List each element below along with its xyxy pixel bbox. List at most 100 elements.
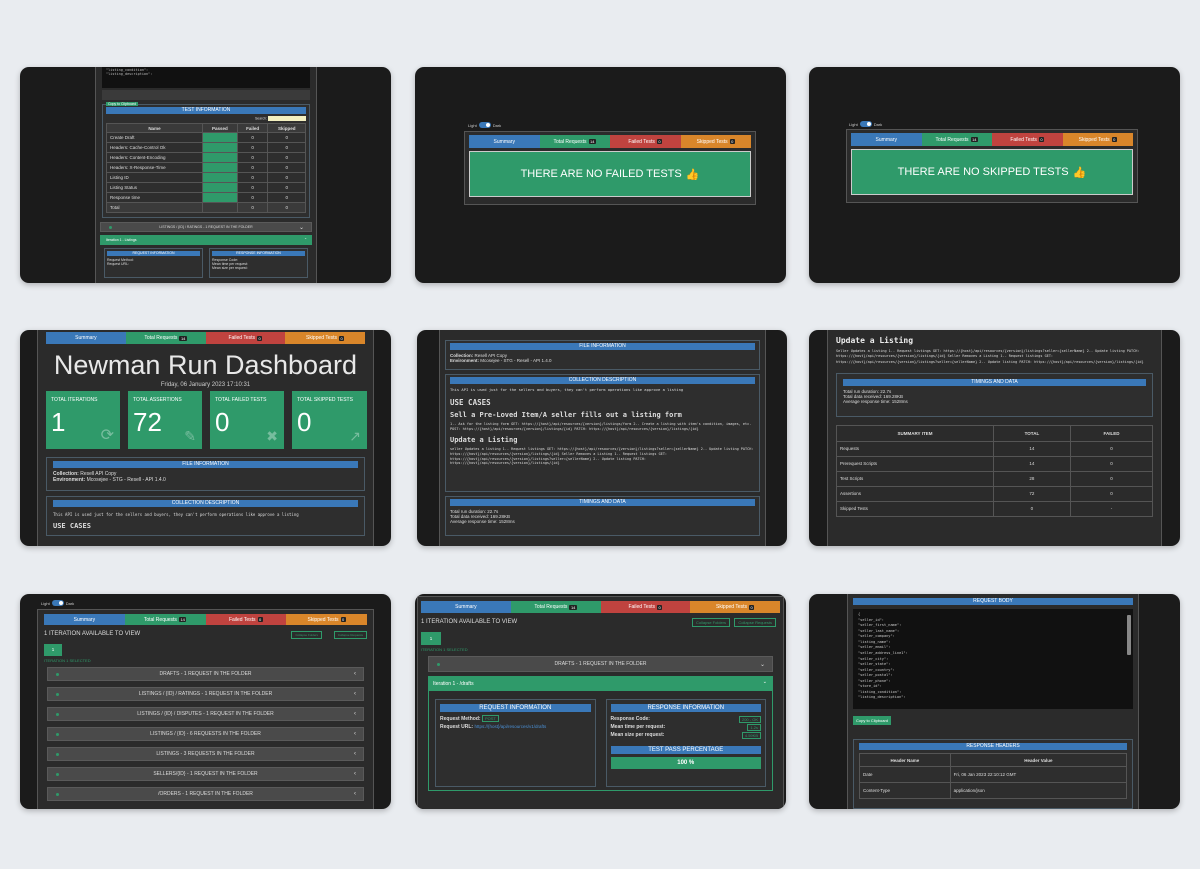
use-cases-heading: USE CASES [450,398,491,407]
no-failed-message: THERE ARE NO FAILED TESTS 👍 [469,151,751,197]
code-line: "listing_description": [106,72,153,76]
tab-failed-tests[interactable]: Failed Tests 0 [205,332,286,344]
tab-skipped-tests[interactable]: Skipped Tests 0 [1062,133,1133,146]
section-header: COLLECTION DESCRIPTION [450,377,755,384]
chevron-left-icon: ‹ [354,731,356,737]
iteration-selected-label: ITERATION 1 SELECTED [421,647,468,652]
tab-label: Total Requests [143,616,177,623]
tab-label: Summary [455,604,477,610]
tab-total-requests[interactable]: Total Requests 14 [921,133,992,146]
folder-label: LISTINGS / {ID} - 6 REQUESTS IN THE FOLD… [150,731,261,737]
table-cell: 0 [236,162,269,173]
folder-accordion[interactable]: DRAFTS - 1 REQUEST IN THE FOLDER ⌄ [428,656,773,672]
chevron-down-icon: ⌄ [304,236,307,240]
folder-accordion[interactable]: LISTINGS / {ID} / DISPUTES - 1 REQUEST I… [47,707,364,721]
tab-summary[interactable]: Summary [421,601,511,613]
table-cell: 0 [236,142,269,153]
screenshot-test-information: "listing_condition": "listing_descriptio… [20,67,391,283]
code-line: "listing_description": [858,695,906,700]
iteration-header[interactable]: Iteration 1 - /drafts ⌄ [429,677,772,691]
col-header[interactable]: Passed [201,123,238,133]
tab-total-requests[interactable]: Total Requests 14 [125,332,206,344]
theme-toggle[interactable]: Light Dark [849,121,882,127]
folder-accordion[interactable]: SELLERS/{ID} - 1 REQUEST IN THE FOLDER ‹ [47,767,364,781]
folder-accordion[interactable]: LISTINGS / {ID} / RATINGS - 1 REQUEST IN… [47,687,364,701]
collapse-folders-button[interactable]: Collapse Folders [691,618,730,627]
iteration-title: 1 ITERATION AVAILABLE TO VIEW [44,631,141,637]
request-url-link[interactable]: https://{host}/api/resources/v1/drafts [474,724,546,729]
theme-toggle[interactable]: Light Dark [468,122,501,128]
scrollbar[interactable] [1127,615,1131,655]
iteration-button[interactable]: 1 [44,644,62,656]
collection-description-panel: COLLECTION DESCRIPTION This API is used … [445,374,760,492]
tab-summary[interactable]: Summary [851,133,922,146]
tab-total-requests[interactable]: Total Requests 14 [124,614,206,625]
section-header: TIMINGS AND DATA [450,499,755,506]
table-cell: Date [859,766,951,783]
tab-skipped-tests[interactable]: Skipped Tests 0 [285,332,365,344]
table-cell: 0 [267,142,306,153]
copy-button[interactable]: Copy to Clipboard [106,102,139,106]
iteration-button[interactable]: 1 [421,632,441,645]
search-input[interactable] [268,116,306,121]
tab-label: Skipped Tests [305,335,338,341]
tab-summary[interactable]: Summary [44,614,125,625]
table-cell: Prerequest Scripts [836,455,994,472]
tab-summary[interactable]: Summary [46,332,126,344]
col-header[interactable]: Skipped [267,123,306,133]
pass-cell [201,142,238,153]
table-cell: Requests [836,440,994,457]
status-dot [56,732,59,736]
theme-toggle[interactable]: Light Dark [41,600,74,606]
folder-accordion[interactable]: LISTINGS - 3 REQUESTS IN THE FOLDER ‹ [47,747,364,761]
search-row: Search: [106,116,306,121]
count-badge: 0 [657,604,663,610]
count-badge: 14 [970,137,979,142]
tab-failed-tests[interactable]: Failed Tests 0 [992,133,1063,146]
toggle-switch[interactable] [859,121,872,127]
folder-accordion[interactable]: LISTINGS / {ID} - 6 REQUESTS IN THE FOLD… [47,727,364,741]
response-info-panel: RESPONSE INFORMATION Response Code: Mean… [209,248,308,278]
toggle-switch[interactable] [478,122,491,128]
table-cell: Create Draft [106,132,203,143]
table-cell: Listing Status [106,182,203,193]
section-header: RESPONSE HEADERS [859,743,1127,750]
collapse-folders-button[interactable]: Collapse Folders [291,631,322,639]
tab-summary[interactable]: Summary [469,135,540,148]
info-label: Request URL: [440,724,474,730]
chevron-left-icon: ‹ [354,671,356,677]
folder-accordion[interactable]: /ORDERS - 1 REQUEST IN THE FOLDER ‹ [47,787,364,801]
tab-failed-tests[interactable]: Failed Tests 0 [600,601,691,613]
tab-failed-tests[interactable]: Failed Tests 0 [610,135,681,148]
collapse-requests-button[interactable]: Collapse Requests [333,631,367,639]
tab-total-requests[interactable]: Total Requests 14 [510,601,601,613]
tab-total-requests[interactable]: Total Requests 14 [539,135,610,148]
tab-skipped-tests[interactable]: Skipped Tests 0 [680,135,751,148]
folder-accordion[interactable]: LISTINGS / {ID} / RATINGS - 1 REQUEST IN… [100,222,312,232]
pass-cell [201,152,238,163]
tab-failed-tests[interactable]: Failed Tests 0 [205,614,287,625]
use-cases-heading: USE CASES [53,522,91,530]
request-info-panel: REQUEST INFORMATION Request Method: Requ… [104,248,203,278]
table-cell: application/json [949,782,1128,799]
tab-skipped-tests[interactable]: Skipped Tests 0 [690,601,780,613]
info-label: Request URL: [107,262,129,266]
count-badge: 0 [257,335,263,341]
response-headers-panel: RESPONSE HEADERS Header Name Header Value… [853,739,1133,809]
stat-value: 0 [215,407,230,437]
screenshot-collection-description: FILE INFORMATION Collection: Resell API … [417,330,787,546]
tab-bar: Summary Total Requests 14 Failed Tests 0 S… [44,614,367,625]
toggle-switch[interactable] [51,600,64,606]
folder-accordion[interactable]: DRAFTS - 1 REQUEST IN THE FOLDER ‹ [47,667,364,681]
table-cell: 0 [267,162,306,173]
tab-skipped-tests[interactable]: Skipped Tests 0 [286,614,367,625]
col-header[interactable]: Failed [236,123,269,133]
iteration-accordion[interactable]: Iteration 1 - Listings ⌄ [100,235,312,245]
status-dot [56,772,59,776]
search-label: Search: [254,116,268,121]
collapse-requests-button[interactable]: Collapse Requests [734,618,776,627]
tab-label: Total Requests [534,604,568,610]
chevron-left-icon: ‹ [354,791,356,797]
copy-button[interactable]: Copy to Clipboard [853,716,892,725]
col-header[interactable]: Name [106,123,203,133]
